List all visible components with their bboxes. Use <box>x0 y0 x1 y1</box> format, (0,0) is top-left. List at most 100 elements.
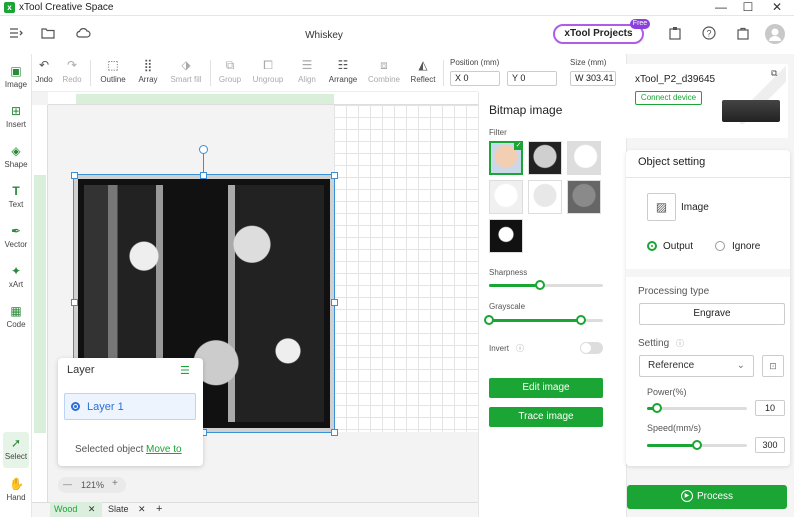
sharpness-slider-knob[interactable] <box>535 280 545 290</box>
resize-handle-r[interactable] <box>331 299 338 306</box>
combine-button[interactable]: ⧈ Combine <box>365 58 403 90</box>
resize-handle-tr[interactable] <box>331 172 338 179</box>
grayscale-min-knob[interactable] <box>484 315 494 325</box>
tool-hand[interactable]: ✋ Hand <box>0 473 32 509</box>
shape-icon: ◈ <box>11 144 21 158</box>
speed-input[interactable]: 300 <box>755 437 785 453</box>
tool-shape[interactable]: ◈ Shape <box>0 140 32 176</box>
section-gap <box>626 269 790 277</box>
position-x-field[interactable]: X 0 <box>450 71 500 86</box>
position-label: Position (mm) <box>450 58 500 67</box>
trace-image-button[interactable]: Trace image <box>489 407 603 427</box>
zoom-value: 121% <box>81 480 105 490</box>
bitmap-panel-title: Bitmap image <box>489 103 563 117</box>
bag-icon[interactable] <box>733 25 753 45</box>
position-y-field[interactable]: Y 0 <box>507 71 557 86</box>
help-icon[interactable]: ? <box>699 25 719 45</box>
add-tab-button[interactable]: + <box>152 502 166 517</box>
tool-text[interactable]: T Text <box>0 180 32 216</box>
device-detail-icon[interactable]: ⧉ <box>771 68 777 79</box>
save-setting-icon[interactable]: ⊡ <box>762 355 784 377</box>
connect-device-button[interactable]: Connect device <box>635 91 702 105</box>
toolbar-divider <box>443 60 444 86</box>
rotation-line <box>203 152 204 174</box>
power-label: Power(%) <box>647 387 687 397</box>
filter-thumb-threshold[interactable] <box>489 219 523 253</box>
resize-handle-t[interactable] <box>200 172 207 179</box>
size-label: Size (mm) <box>570 58 607 67</box>
svg-text:?: ? <box>706 29 711 39</box>
tab-wood[interactable]: Wood ✕ <box>50 502 102 517</box>
outline-button[interactable]: ⬚ Outline <box>97 58 129 90</box>
arrange-button[interactable]: ☷ Arrange <box>326 58 360 90</box>
process-button[interactable]: ▶ Process <box>627 485 787 509</box>
output-radio[interactable] <box>647 241 657 251</box>
free-badge: Free <box>630 19 650 29</box>
align-icon: ☰ <box>301 58 313 72</box>
zoom-out-button[interactable]: — <box>63 479 72 489</box>
tool-vector[interactable]: ✒ Vector <box>0 220 32 256</box>
align-button[interactable]: ☰ Align <box>293 58 321 90</box>
edit-image-button[interactable]: Edit image <box>489 378 603 398</box>
tool-insert[interactable]: ⊞ Insert <box>0 100 32 136</box>
close-window-button[interactable]: ✕ <box>764 0 790 16</box>
close-tab-icon[interactable]: ✕ <box>88 504 96 514</box>
array-icon: ⣿ <box>143 58 153 72</box>
filter-thumb-sketch[interactable] <box>567 141 601 175</box>
power-track[interactable] <box>647 407 747 410</box>
move-to-link[interactable]: Move to <box>146 444 182 455</box>
app-title: xTool Creative Space <box>19 2 114 13</box>
undo-button[interactable]: ↶ Jndo <box>33 58 55 90</box>
resize-handle-l[interactable] <box>71 299 78 306</box>
speed-slider-knob[interactable] <box>692 440 702 450</box>
clipboard-icon[interactable] <box>665 25 685 45</box>
reflect-button[interactable]: ◭ Reflect <box>407 58 439 90</box>
minimize-button[interactable]: — <box>708 0 734 16</box>
filter-thumb-emboss[interactable] <box>567 180 601 214</box>
tool-code[interactable]: ▦ Code <box>0 300 32 336</box>
filter-thumb-grayscale[interactable] <box>528 141 562 175</box>
array-button[interactable]: ⣿ Array <box>134 58 162 90</box>
size-w-field[interactable]: W 303.41 <box>570 71 616 86</box>
tab-slate[interactable]: Slate ✕ <box>104 502 150 517</box>
close-tab-icon[interactable]: ✕ <box>138 504 146 514</box>
tool-xart[interactable]: ✦ xArt <box>0 260 32 296</box>
redo-button[interactable]: ↷ Redo <box>60 58 84 90</box>
text-icon: T <box>12 184 20 198</box>
power-slider-knob[interactable] <box>652 403 662 413</box>
invert-toggle[interactable] <box>580 342 603 354</box>
avatar[interactable] <box>765 24 785 44</box>
selected-check-icon: ✓ <box>514 141 523 150</box>
group-button[interactable]: ⧉ Group <box>215 58 245 90</box>
rotation-handle[interactable] <box>199 145 208 154</box>
code-icon: ▦ <box>10 304 22 318</box>
processing-type-selector[interactable]: Engrave <box>639 303 785 325</box>
ignore-radio[interactable] <box>715 241 725 251</box>
ungroup-button[interactable]: ⧠ Ungroup <box>249 58 287 90</box>
zoom-in-button[interactable]: + <box>112 478 118 489</box>
app-logo: x <box>4 2 15 13</box>
maximize-button[interactable]: ☐ <box>735 0 761 16</box>
tool-select[interactable]: ➚ Select <box>3 432 29 468</box>
speed-label: Speed(mm/s) <box>647 423 702 433</box>
power-input[interactable]: 10 <box>755 400 785 416</box>
chevron-down-icon: ⌄ <box>736 360 745 371</box>
tool-image[interactable]: ▣ Image <box>0 60 32 96</box>
filter-thumb-line[interactable] <box>489 180 523 214</box>
resize-handle-br[interactable] <box>331 429 338 436</box>
info-icon[interactable]: ⓘ <box>516 343 524 354</box>
play-icon: ▶ <box>680 490 693 503</box>
layer-row[interactable] <box>64 393 196 420</box>
output-label: Output <box>663 241 694 252</box>
smart-fill-button[interactable]: ⬗ Smart fill <box>167 58 205 90</box>
image-type-icon: ▨ <box>647 193 676 221</box>
filter-thumb-light[interactable] <box>528 180 562 214</box>
layer-settings-icon[interactable]: ☰ <box>180 364 190 377</box>
grayscale-max-knob[interactable] <box>576 315 586 325</box>
resize-handle-tl[interactable] <box>71 172 78 179</box>
setting-dropdown[interactable]: Reference ⌄ <box>639 355 754 377</box>
outline-icon: ⬚ <box>107 58 119 72</box>
setting-info-icon[interactable]: ⓘ <box>676 338 684 349</box>
select-icon: ➚ <box>10 436 22 450</box>
laser-machine-image <box>722 100 780 122</box>
